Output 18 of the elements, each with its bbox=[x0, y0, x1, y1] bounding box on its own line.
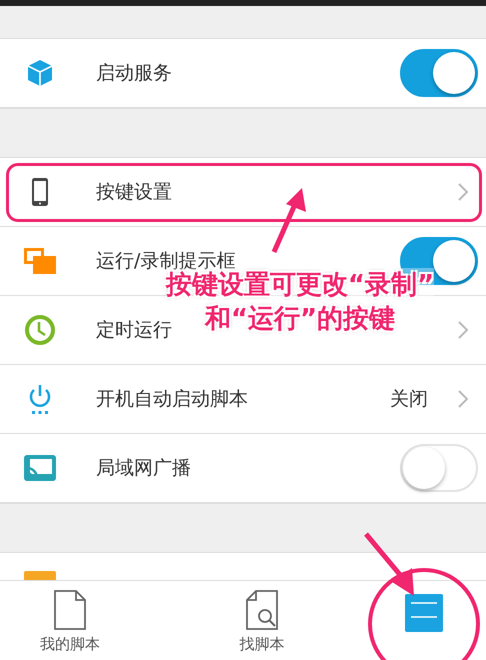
chevron-icon bbox=[458, 183, 468, 201]
cast-icon bbox=[22, 454, 58, 482]
row-label: 启动服务 bbox=[96, 61, 172, 86]
nav-tab[interactable]: 我的脚本 bbox=[10, 581, 130, 660]
chevron-icon bbox=[458, 390, 468, 408]
document-search-icon bbox=[244, 589, 280, 631]
chevron-icon bbox=[458, 321, 468, 339]
toggle-switch[interactable] bbox=[400, 49, 478, 97]
row-label: 定时运行 bbox=[96, 318, 172, 343]
row-label: 开机自动启动脚本 bbox=[96, 387, 248, 412]
nav-tab[interactable]: 找脚本 bbox=[202, 581, 322, 660]
row-value: 关闭 bbox=[390, 387, 428, 412]
row-label: 按键设置 bbox=[96, 180, 172, 205]
windows-icon bbox=[22, 246, 58, 276]
row-label: 局域网广播 bbox=[96, 456, 191, 481]
clock-icon bbox=[22, 314, 58, 346]
list-icon bbox=[404, 593, 444, 633]
document-icon bbox=[52, 589, 88, 631]
